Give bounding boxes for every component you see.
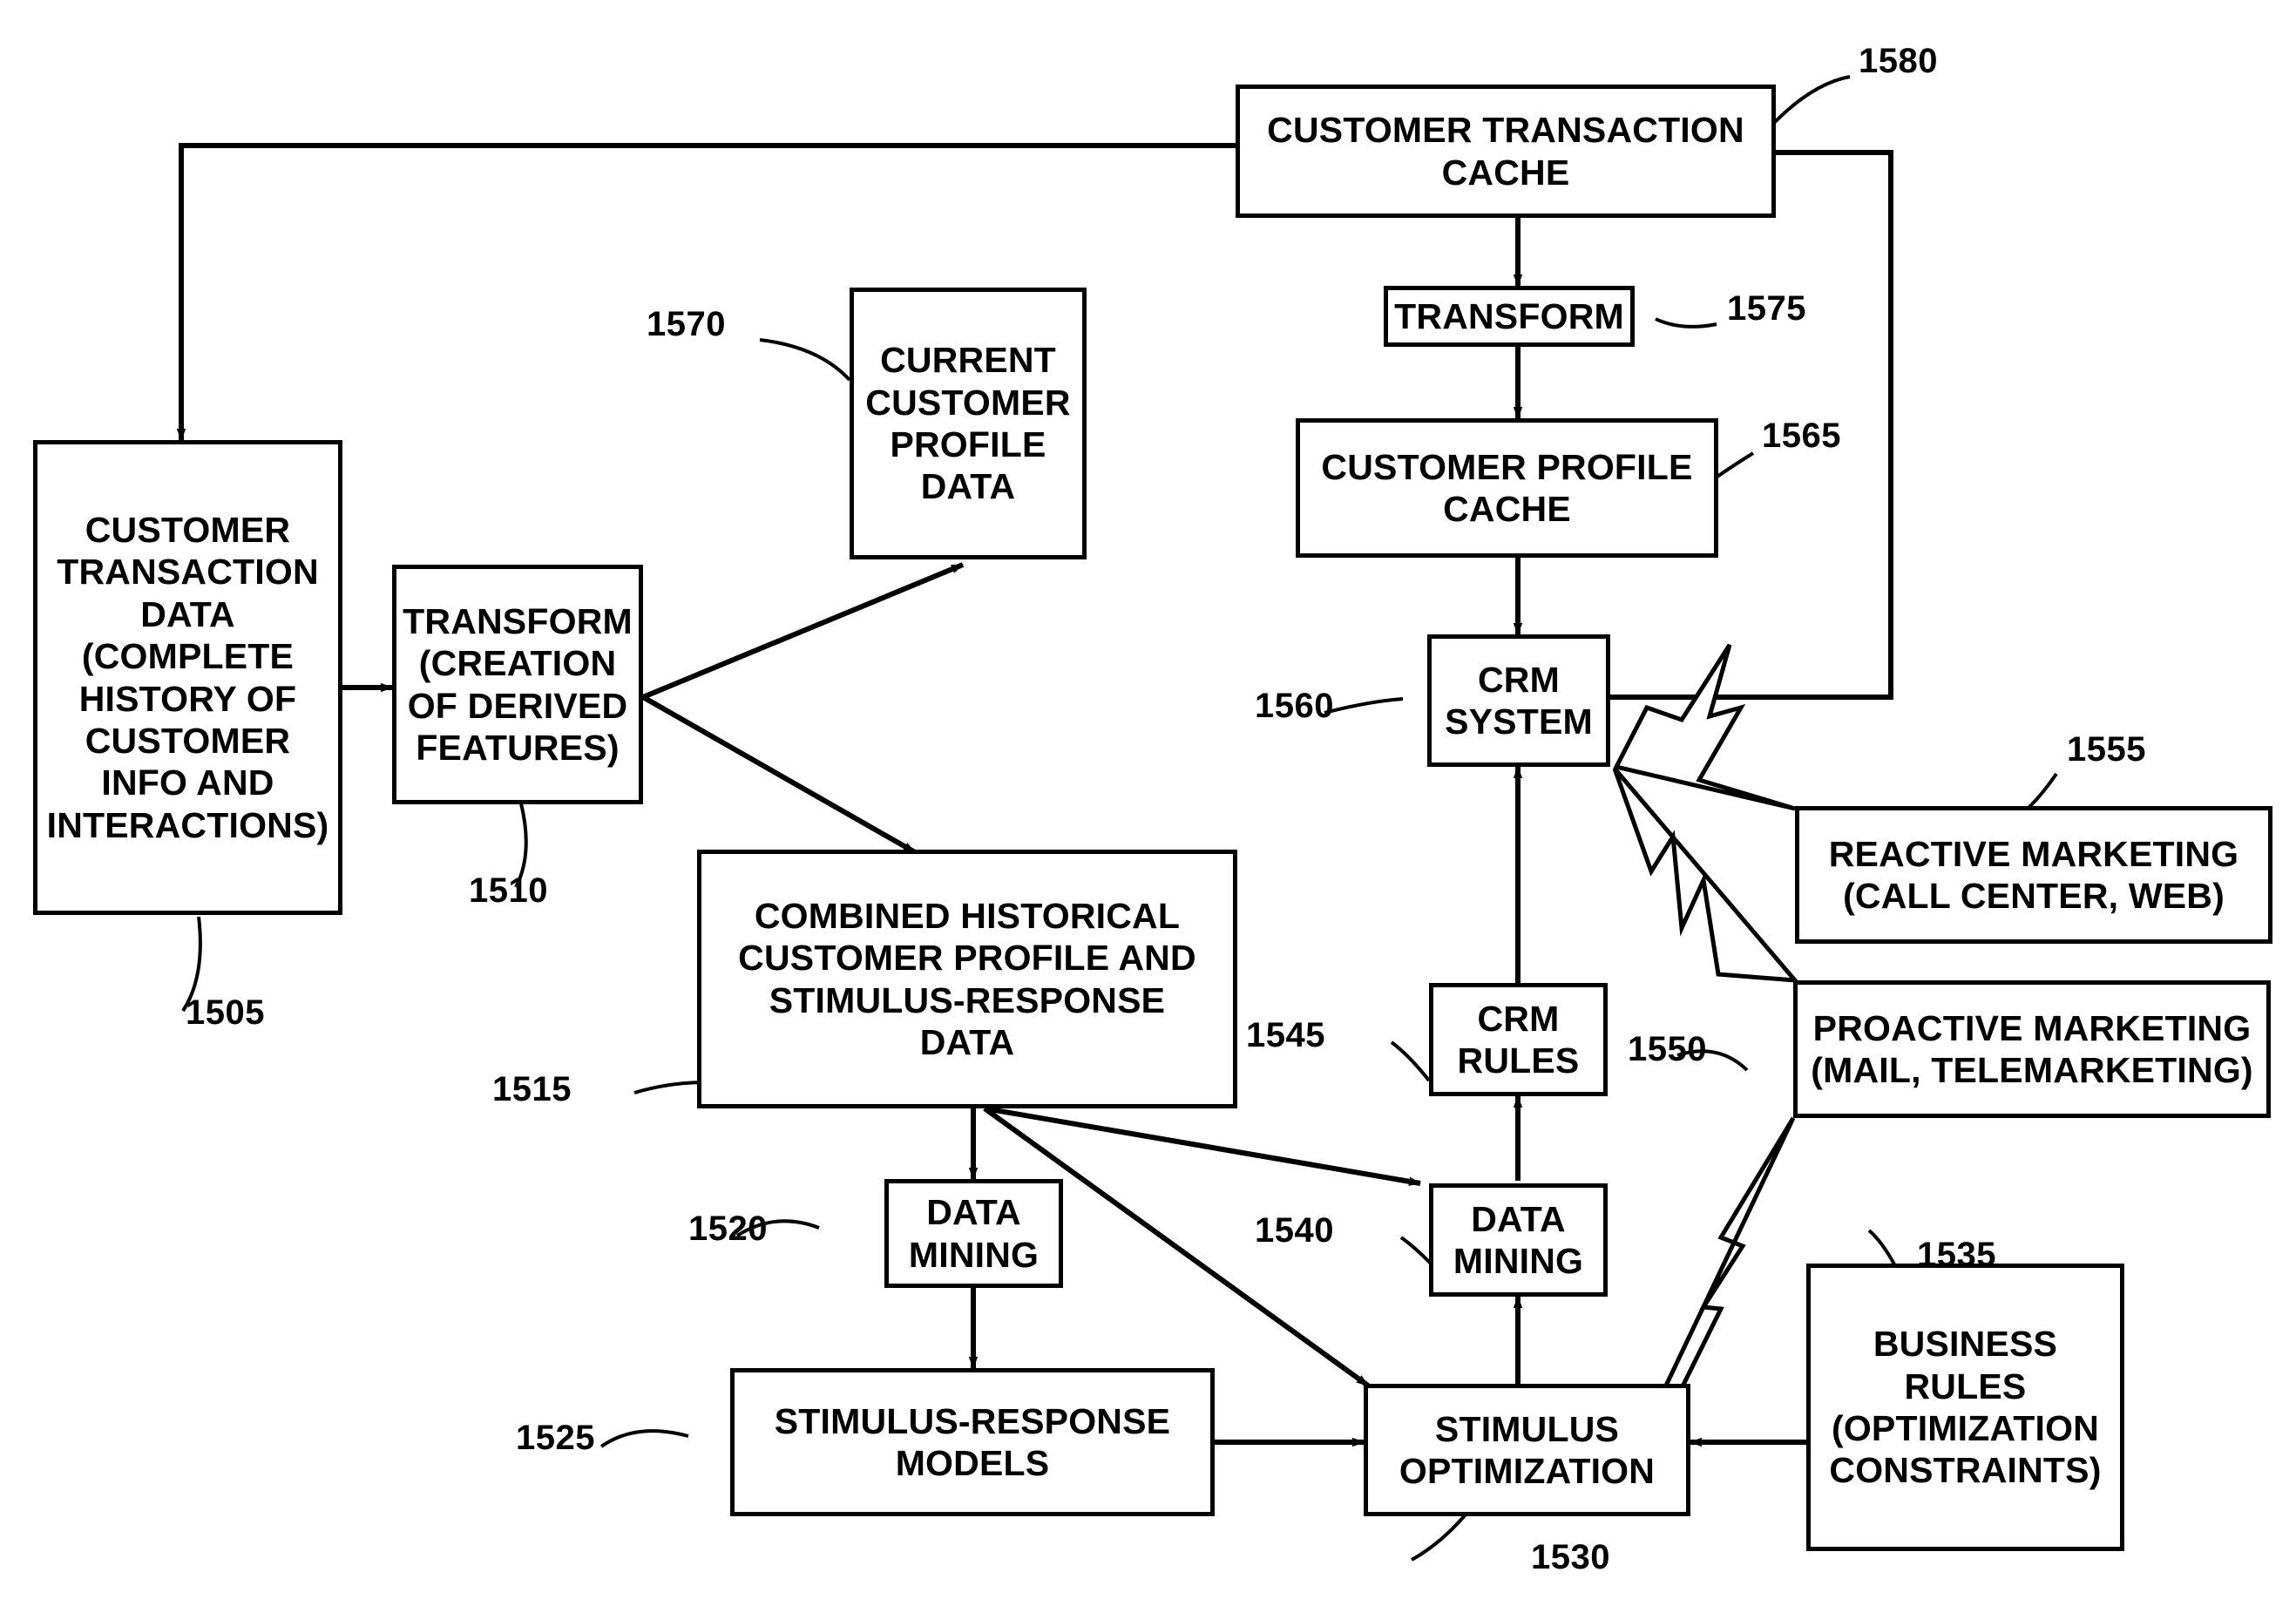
ref-1535: 1535 bbox=[1917, 1236, 1996, 1274]
node-stimulus-optimization[interactable]: STIMULUS OPTIMIZATION bbox=[1364, 1384, 1690, 1516]
node-stimulus-optimization-label: STIMULUS OPTIMIZATION bbox=[1399, 1408, 1656, 1491]
node-combined-historical-data-label: COMBINED HISTORICAL CUSTOMER PROFILE AND S… bbox=[738, 895, 1196, 1062]
node-crm-system[interactable]: CRM SYSTEM bbox=[1427, 634, 1610, 767]
node-data-mining-left[interactable]: DATA MINING bbox=[884, 1179, 1063, 1288]
node-customer-transaction-cache[interactable]: CUSTOMER TRANSACTION CACHE bbox=[1236, 85, 1776, 218]
ref-1515: 1515 bbox=[492, 1070, 572, 1108]
ref-1570: 1570 bbox=[647, 305, 726, 343]
node-customer-profile-cache-label: CUSTOMER PROFILE CACHE bbox=[1321, 446, 1693, 529]
ref-1555: 1555 bbox=[2067, 730, 2146, 769]
ref-1520: 1520 bbox=[688, 1210, 768, 1248]
node-transform-cache-label: TRANSFORM bbox=[1394, 295, 1624, 336]
ref-1560: 1560 bbox=[1255, 687, 1334, 725]
node-stimulus-response-models-label: STIMULUS-RESPONSE MODELS bbox=[774, 1400, 1171, 1483]
ref-1510: 1510 bbox=[469, 871, 548, 910]
patent-figure-canvas: CUSTOMER TRANSACTION DATA (COMPLETE HISTORY … bbox=[0, 0, 2296, 1606]
node-data-mining-right[interactable]: DATA MINING bbox=[1429, 1183, 1608, 1297]
node-business-rules[interactable]: BUSINESS RULES (OPTIMIZATION CONSTRAINTS) bbox=[1806, 1264, 2124, 1551]
node-data-mining-left-label: DATA MINING bbox=[908, 1192, 1040, 1275]
node-current-customer-profile-data-label: CURRENT CUSTOMER PROFILE DATA bbox=[865, 340, 1071, 507]
ref-1550: 1550 bbox=[1628, 1030, 1707, 1068]
node-customer-transaction-cache-label: CUSTOMER TRANSACTION CACHE bbox=[1267, 110, 1744, 193]
node-data-mining-right-label: DATA MINING bbox=[1453, 1198, 1584, 1281]
ref-1545: 1545 bbox=[1246, 1016, 1325, 1054]
ref-1580: 1580 bbox=[1859, 42, 1938, 80]
ref-1575: 1575 bbox=[1727, 289, 1806, 328]
node-business-rules-label: BUSINESS RULES (OPTIMIZATION CONSTRAINTS) bbox=[1829, 1324, 2102, 1491]
node-crm-rules-label: CRM RULES bbox=[1457, 998, 1580, 1081]
node-crm-system-label: CRM SYSTEM bbox=[1445, 659, 1593, 742]
node-customer-transaction-data[interactable]: CUSTOMER TRANSACTION DATA (COMPLETE HISTORY … bbox=[33, 440, 342, 915]
node-stimulus-response-models[interactable]: STIMULUS-RESPONSE MODELS bbox=[730, 1368, 1215, 1516]
ref-1540: 1540 bbox=[1255, 1211, 1334, 1250]
node-reactive-marketing-label: REACTIVE MARKETING (CALL CENTER, WEB) bbox=[1828, 833, 2239, 916]
node-crm-rules[interactable]: CRM RULES bbox=[1429, 983, 1608, 1096]
node-proactive-marketing-label: PROACTIVE MARKETING (MAIL, TELEMARKETING) bbox=[1811, 1007, 2253, 1090]
node-customer-profile-cache[interactable]: CUSTOMER PROFILE CACHE bbox=[1296, 418, 1718, 558]
ref-1525: 1525 bbox=[516, 1419, 595, 1457]
ref-1565: 1565 bbox=[1762, 417, 1841, 455]
ref-1505: 1505 bbox=[186, 993, 265, 1032]
node-combined-historical-data[interactable]: COMBINED HISTORICAL CUSTOMER PROFILE AND S… bbox=[697, 850, 1237, 1108]
node-transform-derived-features-label: TRANSFORM (CREATION OF DERIVED FEATURES) bbox=[403, 600, 633, 768]
node-reactive-marketing[interactable]: REACTIVE MARKETING (CALL CENTER, WEB) bbox=[1795, 806, 2272, 944]
node-proactive-marketing[interactable]: PROACTIVE MARKETING (MAIL, TELEMARKETING) bbox=[1793, 980, 2271, 1118]
node-transform-derived-features[interactable]: TRANSFORM (CREATION OF DERIVED FEATURES) bbox=[392, 565, 643, 804]
node-current-customer-profile-data[interactable]: CURRENT CUSTOMER PROFILE DATA bbox=[850, 288, 1087, 559]
node-transform-cache[interactable]: TRANSFORM bbox=[1384, 286, 1635, 347]
node-customer-transaction-data-label: CUSTOMER TRANSACTION DATA (COMPLETE HISTORY … bbox=[46, 510, 329, 845]
ref-1530: 1530 bbox=[1531, 1538, 1610, 1576]
